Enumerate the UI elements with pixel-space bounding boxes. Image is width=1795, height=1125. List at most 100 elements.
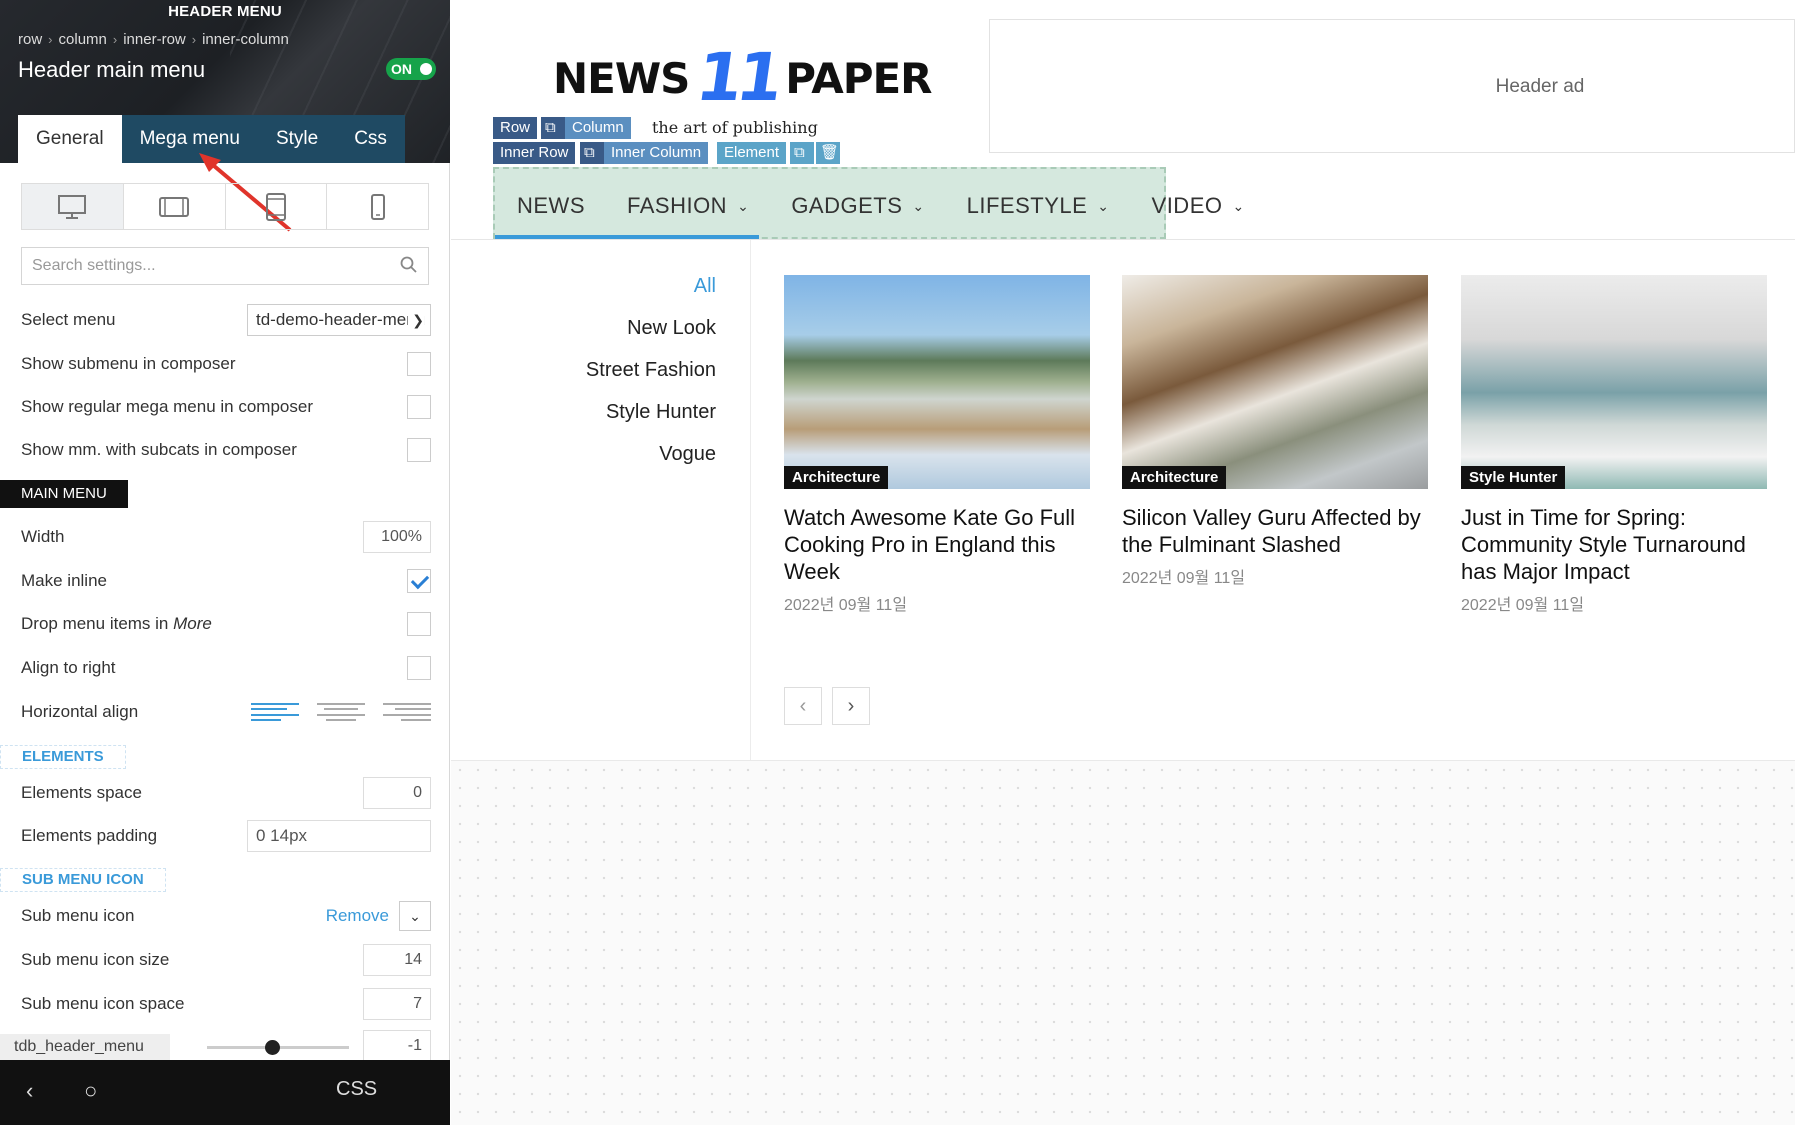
breadcrumb-inner-row[interactable]: inner-row <box>123 31 186 48</box>
subcategory-vogue[interactable]: Vogue <box>659 443 716 466</box>
menu-item-label: NEWS <box>517 193 585 218</box>
show-regular-mega-row: Show regular mega menu in composer <box>21 392 431 422</box>
align-right-checkbox[interactable] <box>407 656 431 680</box>
tab-general[interactable]: General <box>18 115 122 163</box>
copy-icon[interactable]: ⧉ <box>790 142 814 164</box>
breadcrumb-column[interactable]: column <box>59 31 107 48</box>
category-badge[interactable]: Architecture <box>784 466 889 489</box>
copy-icon[interactable]: ⧉ <box>541 117 565 139</box>
sub-menu-icon-row: Sub menu icon Remove ⌄ <box>21 901 431 931</box>
header-ad: Header ad <box>989 19 1795 153</box>
tablet-portrait-icon[interactable] <box>226 184 328 229</box>
menu-item-label: LIFESTYLE <box>966 193 1088 218</box>
element-name: Header main menu <box>18 57 206 82</box>
chip-column[interactable]: Column <box>565 117 631 139</box>
settings-panel: HEADER MENU row › column › inner-row › inne… <box>0 0 450 1125</box>
trash-icon[interactable]: 🗑 <box>816 142 840 164</box>
category-badge[interactable]: Architecture <box>1122 466 1227 489</box>
drop-menu-checkbox[interactable] <box>407 612 431 636</box>
menu-item-gadgets[interactable]: GADGETS ⌄ <box>791 193 924 219</box>
slider-value-input[interactable]: -1 <box>363 1030 431 1062</box>
sub-menu-icon-size-row: Sub menu icon size 14 <box>21 944 431 976</box>
subcategory-style-hunter[interactable]: Style Hunter <box>606 401 716 424</box>
show-submenu-label: Show submenu in composer <box>21 354 236 373</box>
article-thumbnail[interactable]: Architecture <box>1122 275 1428 489</box>
menu-item-video[interactable]: VIDEO ⌄ <box>1152 193 1245 219</box>
subcategory-new-look[interactable]: New Look <box>627 317 716 340</box>
page-preview: NEWS 11 PAPER the art of publishing Head… <box>451 0 1795 1125</box>
phone-icon[interactable] <box>327 184 428 229</box>
article-title[interactable]: Just in Time for Spring: Community Style… <box>1461 504 1767 585</box>
panel-header: HEADER MENU row › column › inner-row › inne… <box>0 0 450 163</box>
select-menu-dropdown[interactable]: td-demo-header-menu ❯ <box>247 304 431 336</box>
chip-inner-row[interactable]: Inner Row <box>493 142 576 164</box>
article-card: Architecture Silicon Valley Guru Affecte… <box>1122 275 1428 588</box>
make-inline-checkbox[interactable] <box>407 569 431 593</box>
align-left-icon[interactable] <box>251 701 299 723</box>
chip-row[interactable]: Row <box>493 117 538 139</box>
category-badge[interactable]: Style Hunter <box>1461 466 1566 489</box>
breadcrumb-row[interactable]: row <box>18 31 42 48</box>
chevron-down-icon: ⌄ <box>912 197 925 214</box>
menu-item-label: VIDEO <box>1151 193 1223 218</box>
make-inline-row: Make inline <box>21 566 431 596</box>
align-right-icon[interactable] <box>383 701 431 723</box>
sub-menu-icon-size-input[interactable]: 14 <box>363 944 431 976</box>
subcategory-all[interactable]: All <box>694 275 716 298</box>
align-center-icon[interactable] <box>317 701 365 723</box>
css-button[interactable]: CSS <box>336 1078 377 1101</box>
article-title[interactable]: Silicon Valley Guru Affected by the Fulm… <box>1122 504 1428 558</box>
search-settings-input[interactable]: Search settings... <box>21 247 429 285</box>
article-title[interactable]: Watch Awesome Kate Go Full Cooking Pro i… <box>784 504 1090 585</box>
select-menu-row: Select menu td-demo-header-menu ❯ <box>21 304 431 336</box>
chevron-right-icon: › <box>191 32 197 47</box>
menu-item-fashion[interactable]: FASHION ⌄ <box>627 193 749 219</box>
show-mm-subcats-checkbox[interactable] <box>407 438 431 462</box>
copy-icon[interactable]: ⧉ <box>580 142 604 164</box>
show-mm-subcats-label: Show mm. with subcats in composer <box>21 440 297 459</box>
sub-menu-icon-space-row: Sub menu icon space 7 <box>21 988 431 1020</box>
logo-paper: PAPER <box>785 53 932 103</box>
chevron-down-icon: ⌄ <box>1232 197 1245 214</box>
tab-css[interactable]: Css <box>336 115 405 163</box>
menu-item-lifestyle[interactable]: LIFESTYLE ⌄ <box>967 193 1110 219</box>
elements-padding-input[interactable]: 0 14px <box>247 820 431 852</box>
search-icon <box>400 256 417 273</box>
show-submenu-checkbox[interactable] <box>407 352 431 376</box>
show-submenu-row: Show submenu in composer <box>21 349 431 379</box>
page-background-pattern <box>451 760 1795 1125</box>
elements-space-input[interactable]: 0 <box>363 777 431 809</box>
width-input[interactable]: 100% <box>363 521 431 553</box>
section-main-menu: MAIN MENU <box>0 480 128 508</box>
section-elements: ELEMENTS <box>0 745 126 769</box>
article-card: Style Hunter Just in Time for Spring: Co… <box>1461 275 1767 615</box>
toggle-knob <box>420 63 432 75</box>
element-on-toggle[interactable]: ON <box>386 58 436 80</box>
breadcrumb-inner-column[interactable]: inner-column <box>202 31 289 48</box>
desktop-icon[interactable] <box>22 184 124 229</box>
site-logo[interactable]: NEWS 11 PAPER <box>553 39 933 116</box>
chip-inner-column[interactable]: Inner Column <box>604 142 709 164</box>
align-right-label: Align to right <box>21 658 116 677</box>
chevron-down-icon: ⌄ <box>1097 197 1110 214</box>
search-placeholder: Search settings... <box>32 257 156 274</box>
chip-element[interactable]: Element <box>717 142 787 164</box>
tablet-landscape-icon[interactable] <box>124 184 226 229</box>
drop-menu-row: Drop menu items in More <box>21 609 431 639</box>
subcategory-street-fashion[interactable]: Street Fashion <box>586 359 716 382</box>
pager-prev-button[interactable]: ‹ <box>784 687 822 725</box>
home-circle-icon[interactable]: ○ <box>84 1078 97 1104</box>
site-tagline: the art of publishing <box>652 118 818 137</box>
pager-next-button[interactable]: › <box>832 687 870 725</box>
article-thumbnail[interactable]: Style Hunter <box>1461 275 1767 489</box>
article-thumbnail[interactable]: Architecture <box>784 275 1090 489</box>
show-regular-mega-checkbox[interactable] <box>407 395 431 419</box>
chevron-down-icon[interactable]: ⌄ <box>399 901 431 931</box>
show-mm-subcats-row: Show mm. with subcats in composer <box>21 435 431 465</box>
remove-icon-link[interactable]: Remove <box>326 906 389 926</box>
back-icon[interactable]: ‹ <box>26 1078 33 1104</box>
menu-item-news[interactable]: NEWS <box>517 193 585 219</box>
show-regular-mega-label: Show regular mega menu in composer <box>21 397 313 416</box>
sub-menu-icon-space-input[interactable]: 7 <box>363 988 431 1020</box>
mega-menu-dropdown: All New Look Street Fashion Style Hunter… <box>451 239 1795 760</box>
